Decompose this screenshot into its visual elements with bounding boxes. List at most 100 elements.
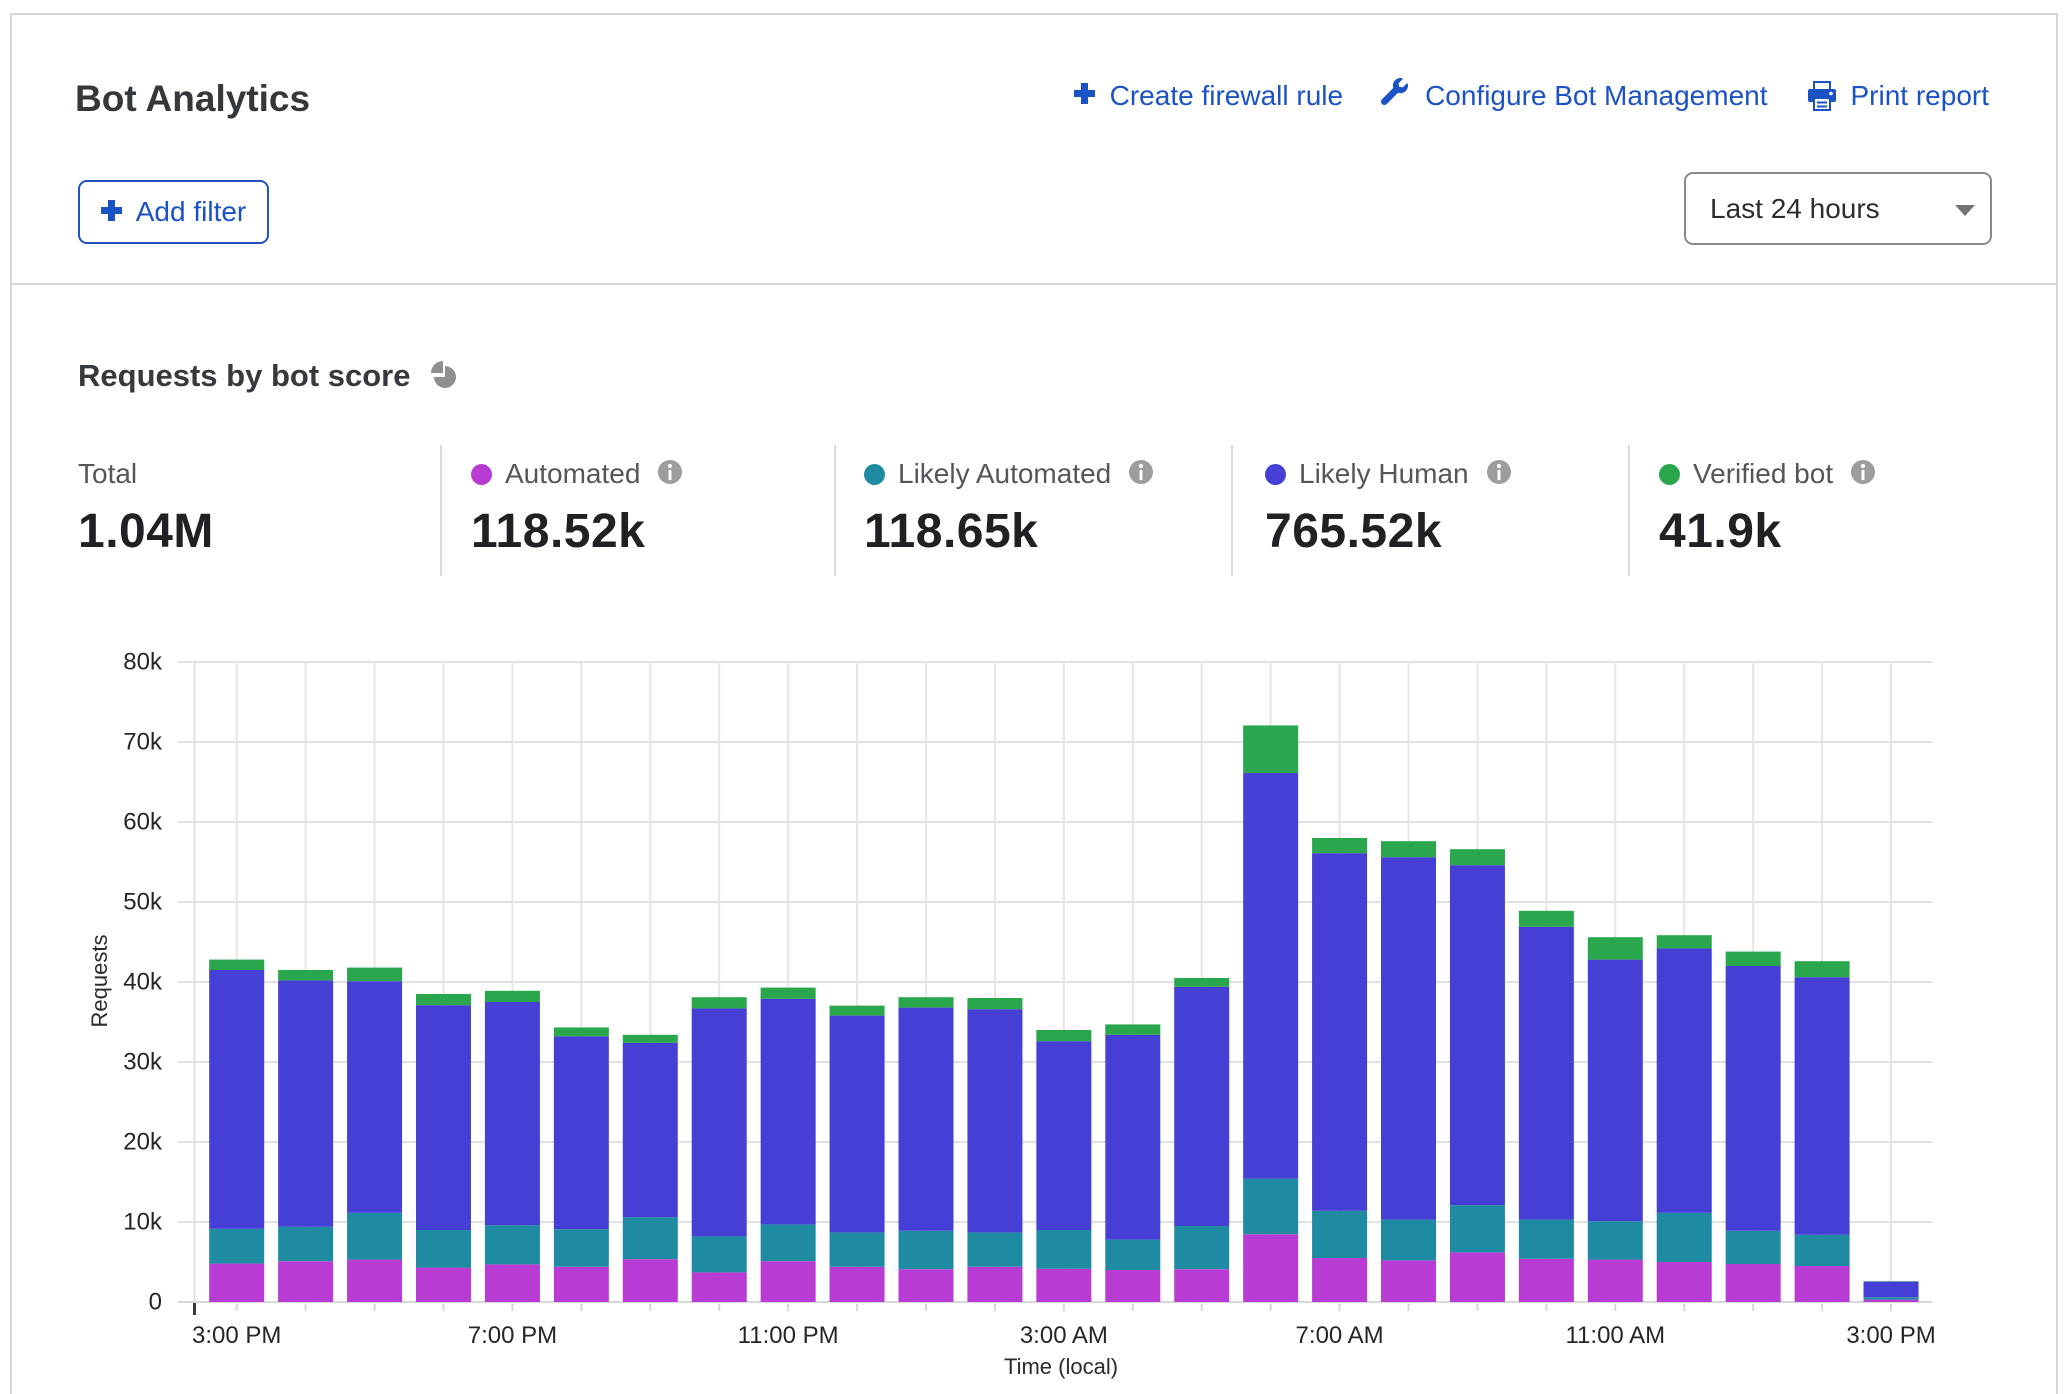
bar-segment-likely-automated[interactable] — [623, 1217, 678, 1259]
bar-segment-likely-human[interactable] — [1381, 857, 1436, 1219]
bar-segment-automated[interactable] — [761, 1261, 816, 1302]
bar-segment-automated[interactable] — [1036, 1269, 1091, 1302]
bar-segment-verified-bot[interactable] — [830, 1006, 885, 1016]
bar-segment-automated[interactable] — [1450, 1252, 1505, 1302]
bar-segment-likely-automated[interactable] — [761, 1224, 816, 1261]
bar-segment-verified-bot[interactable] — [347, 968, 402, 982]
bar-segment-verified-bot[interactable] — [1105, 1024, 1160, 1034]
print-report-link[interactable]: Print report — [1808, 80, 1990, 112]
bar-segment-likely-human[interactable] — [1588, 960, 1643, 1222]
bar-segment-likely-automated[interactable] — [1036, 1230, 1091, 1269]
bar-segment-likely-automated[interactable] — [1726, 1231, 1781, 1264]
bar-segment-likely-human[interactable] — [623, 1043, 678, 1217]
bar-segment-automated[interactable] — [1864, 1300, 1919, 1302]
bar-segment-likely-human[interactable] — [485, 1002, 540, 1225]
bar-segment-verified-bot[interactable] — [899, 997, 954, 1007]
bar-segment-automated[interactable] — [623, 1259, 678, 1302]
bar-segment-likely-human[interactable] — [692, 1008, 747, 1236]
bar-segment-automated[interactable] — [1105, 1270, 1160, 1302]
bar-segment-verified-bot[interactable] — [1519, 911, 1574, 927]
bar-segment-likely-human[interactable] — [1174, 987, 1229, 1226]
bar-segment-likely-automated[interactable] — [1864, 1297, 1919, 1299]
bar-segment-likely-automated[interactable] — [1312, 1211, 1367, 1258]
bar-segment-verified-bot[interactable] — [1312, 838, 1367, 853]
add-filter-button[interactable]: Add filter — [78, 180, 269, 244]
bar-segment-verified-bot[interactable] — [485, 991, 540, 1002]
bar-segment-automated[interactable] — [416, 1268, 471, 1302]
bar-segment-verified-bot[interactable] — [1381, 841, 1436, 857]
bar-segment-likely-human[interactable] — [761, 999, 816, 1225]
bar-segment-likely-automated[interactable] — [554, 1229, 609, 1267]
bar-segment-verified-bot[interactable] — [1036, 1030, 1091, 1041]
bar-segment-automated[interactable] — [692, 1272, 747, 1302]
configure-bot-management-link[interactable]: Configure Bot Management — [1383, 80, 1767, 112]
bar-segment-automated[interactable] — [1312, 1258, 1367, 1302]
bar-segment-verified-bot[interactable] — [554, 1027, 609, 1036]
bar-segment-verified-bot[interactable] — [1795, 961, 1850, 977]
bar-segment-automated[interactable] — [554, 1267, 609, 1302]
bar-segment-verified-bot[interactable] — [1243, 725, 1298, 773]
bar-segment-automated[interactable] — [1381, 1260, 1436, 1302]
bar-segment-likely-human[interactable] — [1726, 966, 1781, 1231]
bar-segment-verified-bot[interactable] — [1726, 952, 1781, 966]
bar-segment-likely-human[interactable] — [554, 1036, 609, 1229]
bar-segment-likely-automated[interactable] — [830, 1232, 885, 1266]
bar-segment-verified-bot[interactable] — [967, 998, 1022, 1009]
bar-segment-automated[interactable] — [209, 1264, 264, 1302]
bar-segment-automated[interactable] — [967, 1267, 1022, 1302]
bar-segment-automated[interactable] — [278, 1261, 333, 1302]
time-range-select[interactable]: Last 24 hours — [1684, 172, 1992, 245]
bar-segment-automated[interactable] — [1174, 1269, 1229, 1302]
bar-segment-likely-automated[interactable] — [1519, 1220, 1574, 1259]
bar-segment-verified-bot[interactable] — [761, 988, 816, 999]
info-icon[interactable] — [658, 460, 682, 489]
bar-segment-likely-automated[interactable] — [1105, 1240, 1160, 1270]
bar-segment-likely-human[interactable] — [1795, 977, 1850, 1235]
bar-segment-likely-human[interactable] — [967, 1009, 1022, 1232]
bar-segment-verified-bot[interactable] — [209, 960, 264, 970]
bar-segment-likely-human[interactable] — [1243, 773, 1298, 1179]
info-icon[interactable] — [1851, 460, 1875, 489]
bar-segment-likely-automated[interactable] — [1795, 1235, 1850, 1266]
bar-segment-automated[interactable] — [485, 1264, 540, 1302]
bar-segment-likely-human[interactable] — [1519, 927, 1574, 1220]
bar-segment-likely-automated[interactable] — [278, 1227, 333, 1261]
bar-segment-verified-bot[interactable] — [1450, 849, 1505, 865]
bar-segment-likely-human[interactable] — [1312, 853, 1367, 1211]
bar-segment-likely-human[interactable] — [347, 981, 402, 1213]
info-icon[interactable] — [1129, 460, 1153, 489]
bar-segment-automated[interactable] — [1795, 1266, 1850, 1302]
bar-segment-likely-human[interactable] — [899, 1008, 954, 1231]
bar-segment-likely-automated[interactable] — [1243, 1179, 1298, 1235]
bar-segment-automated[interactable] — [1519, 1259, 1574, 1302]
bar-segment-likely-automated[interactable] — [485, 1225, 540, 1264]
bar-segment-likely-automated[interactable] — [1588, 1221, 1643, 1259]
bar-segment-verified-bot[interactable] — [1174, 978, 1229, 987]
bar-segment-likely-human[interactable] — [1036, 1041, 1091, 1230]
bar-segment-likely-automated[interactable] — [899, 1231, 954, 1269]
bar-segment-automated[interactable] — [1657, 1262, 1712, 1302]
bar-segment-verified-bot[interactable] — [278, 970, 333, 980]
bar-segment-verified-bot[interactable] — [623, 1035, 678, 1043]
info-icon[interactable] — [1487, 460, 1511, 489]
bar-segment-automated[interactable] — [1243, 1234, 1298, 1302]
bar-segment-verified-bot[interactable] — [692, 997, 747, 1008]
bar-segment-automated[interactable] — [830, 1267, 885, 1302]
bar-segment-likely-human[interactable] — [278, 980, 333, 1226]
bar-segment-likely-automated[interactable] — [1174, 1226, 1229, 1269]
bar-segment-likely-automated[interactable] — [209, 1229, 264, 1264]
bar-segment-likely-automated[interactable] — [1381, 1220, 1436, 1261]
bar-segment-automated[interactable] — [899, 1269, 954, 1302]
bar-segment-likely-automated[interactable] — [347, 1213, 402, 1260]
bar-segment-likely-automated[interactable] — [692, 1236, 747, 1272]
bar-segment-automated[interactable] — [1726, 1264, 1781, 1302]
bar-segment-likely-automated[interactable] — [967, 1232, 1022, 1266]
bar-segment-verified-bot[interactable] — [1657, 935, 1712, 948]
bar-segment-verified-bot[interactable] — [1588, 937, 1643, 959]
bar-segment-automated[interactable] — [1588, 1260, 1643, 1302]
create-firewall-rule-link[interactable]: Create firewall rule — [1074, 80, 1343, 112]
bar-segment-verified-bot[interactable] — [416, 994, 471, 1005]
bar-segment-likely-human[interactable] — [416, 1005, 471, 1230]
bar-segment-likely-automated[interactable] — [416, 1230, 471, 1268]
bar-segment-likely-human[interactable] — [830, 1016, 885, 1233]
